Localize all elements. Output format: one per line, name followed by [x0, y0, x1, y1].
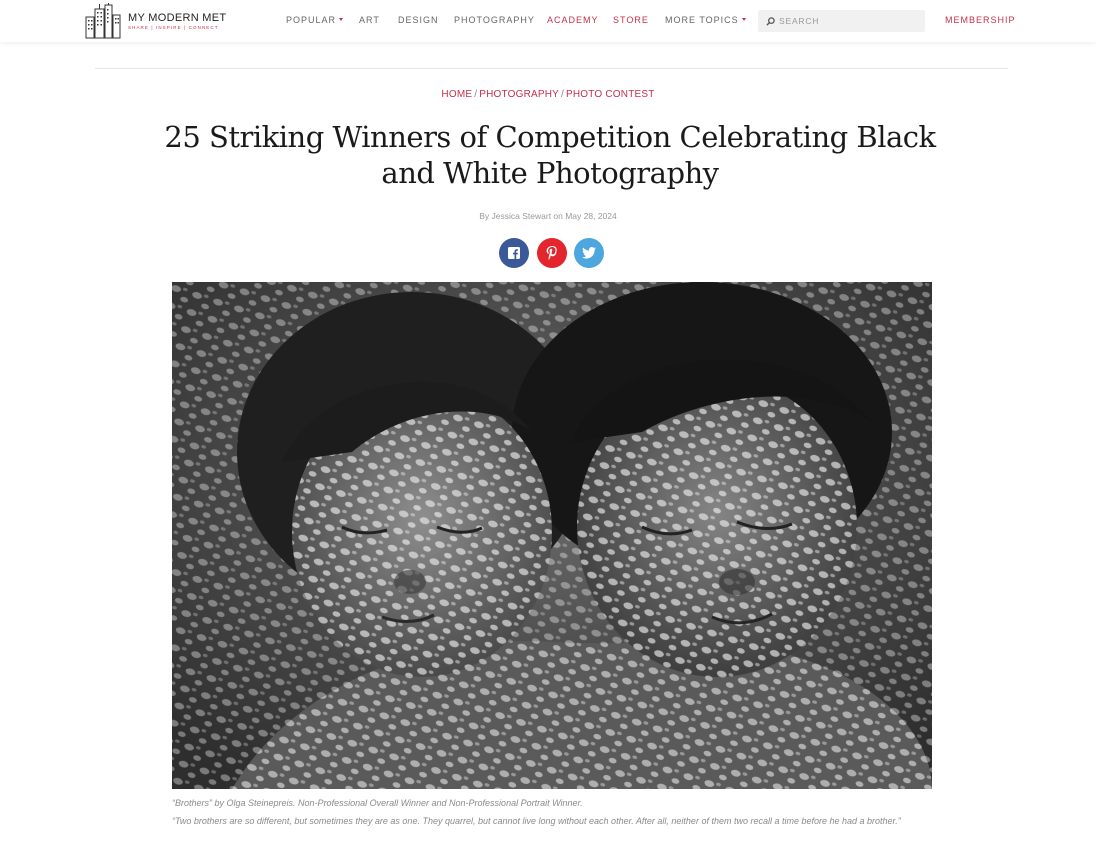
photo-caption-quote: “Two brothers are so different, but some… [172, 816, 901, 826]
breadcrumb-separator: / [561, 89, 565, 100]
facebook-share-button[interactable] [499, 238, 529, 268]
nav-popular[interactable]: POPULAR [286, 15, 344, 25]
photo-caption-credit: “Brothers” by Olga Steinepreis. Non-Prof… [172, 798, 583, 808]
nav-store[interactable]: STORE [613, 15, 649, 25]
site-logo[interactable]: MY MODERN MET SHARE | INSPIRE | CONNECT [84, 3, 226, 39]
article-byline: By Jessica Stewart on May 28, 2024 [479, 211, 617, 221]
site-header: MY MODERN MET SHARE | INSPIRE | CONNECT … [0, 0, 1096, 42]
article-photo [172, 282, 932, 789]
twitter-share-button[interactable] [574, 238, 604, 268]
nav-academy[interactable]: ACADEMY [547, 15, 599, 25]
breadcrumb-photography[interactable]: PHOTOGRAPHY [479, 89, 559, 100]
search-input[interactable] [779, 16, 919, 26]
caret-down-icon [741, 18, 746, 22]
nav-popular-label: POPULAR [286, 15, 337, 25]
nav-art[interactable]: ART [359, 15, 380, 25]
search-icon [766, 16, 775, 26]
facebook-icon [508, 247, 520, 259]
caret-down-icon [339, 18, 344, 22]
pinterest-icon [546, 246, 557, 260]
logo-name: MY MODERN MET [128, 12, 227, 24]
nav-photography[interactable]: PHOTOGRAPHY [454, 15, 535, 25]
breadcrumb: HOME / PHOTOGRAPHY / PHOTO CONTEST [0, 89, 1096, 100]
pinterest-share-button[interactable] [537, 238, 567, 268]
membership-link[interactable]: MEMBERSHIP [945, 15, 1016, 25]
photo-brothers-image [172, 282, 932, 789]
nav-more-topics[interactable]: MORE TOPICS [665, 15, 746, 25]
nav-more-topics-label: MORE TOPICS [665, 15, 739, 25]
logo-tagline: SHARE | INSPIRE | CONNECT [128, 25, 219, 30]
divider [95, 68, 1008, 69]
breadcrumb-separator: / [474, 89, 478, 100]
breadcrumb-photo-contest[interactable]: PHOTO CONTEST [566, 89, 655, 100]
nav-design[interactable]: DESIGN [398, 15, 439, 25]
breadcrumb-home[interactable]: HOME [441, 89, 472, 100]
twitter-icon [582, 247, 596, 259]
city-skyline-logo-icon [85, 3, 121, 39]
article-title: 25 Striking Winners of Competition Celeb… [164, 120, 936, 190]
search-box[interactable] [758, 10, 925, 32]
